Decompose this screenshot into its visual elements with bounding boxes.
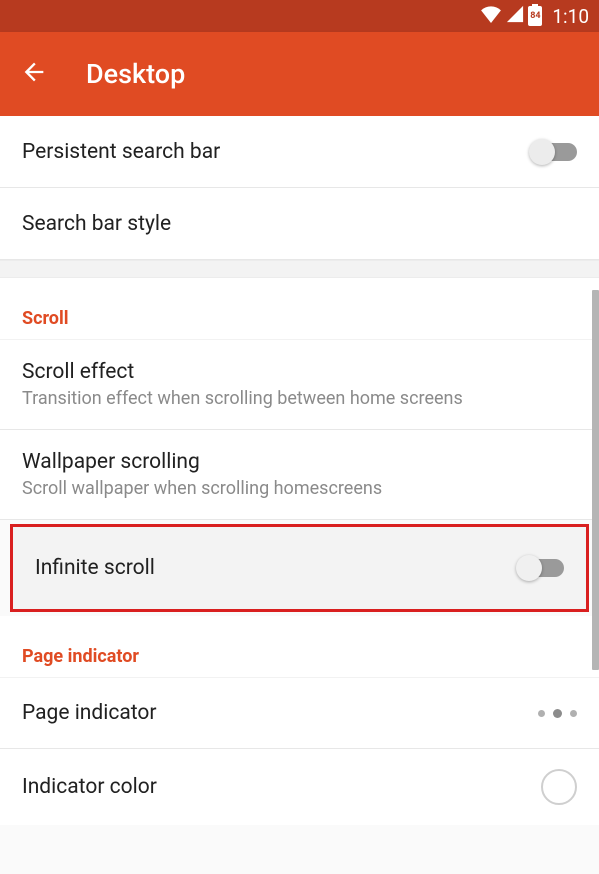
section-header-page-indicator: Page indicator bbox=[0, 616, 599, 677]
row-title: Indicator color bbox=[22, 775, 541, 799]
back-icon[interactable] bbox=[20, 58, 48, 90]
toggle-infinite-scroll[interactable] bbox=[520, 559, 564, 577]
row-search-bar-style[interactable]: Search bar style bbox=[0, 188, 599, 260]
row-title: Scroll effect bbox=[22, 360, 577, 384]
row-indicator-color[interactable]: Indicator color bbox=[0, 749, 599, 825]
page-title: Desktop bbox=[86, 58, 185, 90]
row-title: Page indicator bbox=[22, 701, 538, 725]
battery-icon: 84 bbox=[528, 6, 542, 26]
section-header-scroll: Scroll bbox=[0, 278, 599, 339]
row-title: Search bar style bbox=[22, 212, 577, 236]
row-subtitle: Transition effect when scrolling between… bbox=[22, 388, 577, 409]
battery-pct: 84 bbox=[530, 11, 540, 21]
row-page-indicator[interactable]: Page indicator bbox=[0, 677, 599, 749]
clock: 1:10 bbox=[552, 5, 589, 28]
color-swatch-icon bbox=[541, 769, 577, 805]
highlight-box: Infinite scroll bbox=[10, 524, 589, 612]
row-infinite-scroll[interactable]: Infinite scroll bbox=[13, 527, 586, 609]
status-bar: 84 1:10 bbox=[0, 0, 599, 32]
row-title: Infinite scroll bbox=[35, 556, 520, 580]
row-title: Wallpaper scrolling bbox=[22, 450, 577, 474]
scrollbar[interactable] bbox=[592, 290, 599, 670]
page-indicator-preview-icon bbox=[538, 709, 577, 718]
row-subtitle: Scroll wallpaper when scrolling homescre… bbox=[22, 478, 577, 499]
row-title: Persistent search bar bbox=[22, 140, 533, 164]
app-bar: Desktop bbox=[0, 32, 599, 116]
row-scroll-effect[interactable]: Scroll effect Transition effect when scr… bbox=[0, 339, 599, 430]
settings-list: Persistent search bar Search bar style S… bbox=[0, 116, 599, 825]
toggle-persistent-search-bar[interactable] bbox=[533, 143, 577, 161]
row-persistent-search-bar[interactable]: Persistent search bar bbox=[0, 116, 599, 188]
wifi-icon bbox=[480, 5, 502, 27]
row-wallpaper-scrolling[interactable]: Wallpaper scrolling Scroll wallpaper whe… bbox=[0, 430, 599, 520]
section-gap bbox=[0, 260, 599, 278]
cellular-icon bbox=[506, 5, 524, 27]
